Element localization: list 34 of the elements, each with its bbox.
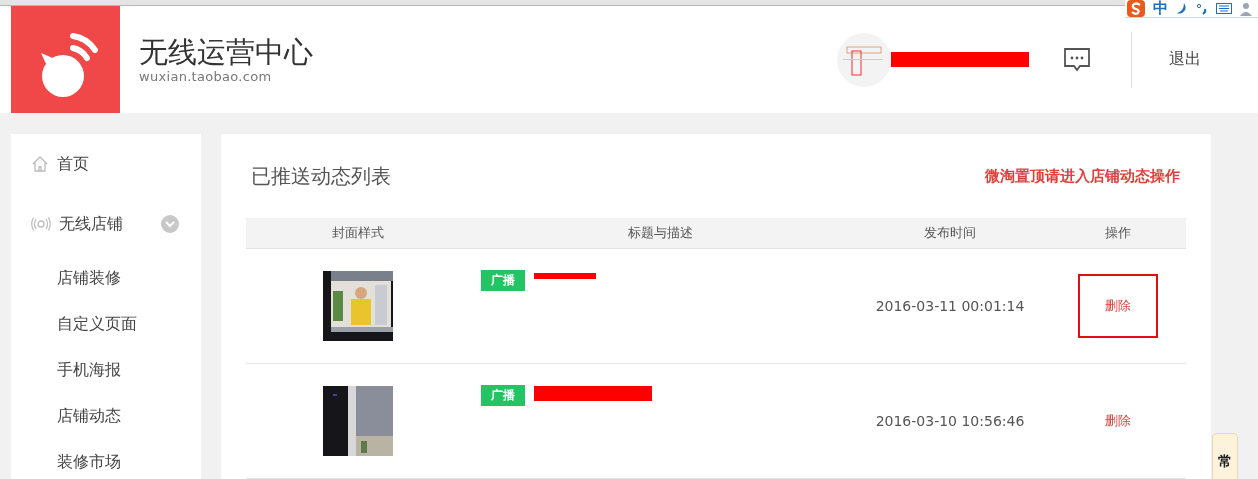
broadcast-icon [31,217,51,231]
column-header: 封面样式 [331,224,385,242]
keyboard-icon[interactable] [1216,3,1232,14]
home-icon [31,155,49,173]
column-header: 操作 [1104,224,1132,242]
sidebar-subitem[interactable]: 自定义页面 [11,310,201,356]
punctuation-icon[interactable] [1196,2,1208,15]
logout-link[interactable]: 退出 [1169,49,1201,70]
sidebar-label: 无线店铺 [59,213,123,235]
delete-link[interactable]: 删除 [1078,274,1158,338]
sidebar-subitem[interactable]: 店铺装修 [11,264,201,310]
sidebar-item[interactable]: 首页 [11,150,201,178]
page-title: 已推送动态列表 [251,162,391,190]
message-icon[interactable] [1063,46,1091,73]
notice-link[interactable]: 微淘置顶请进入店铺动态操作 [985,166,1180,186]
sidebar-subitem[interactable]: 店铺动态 [11,402,201,448]
table-cell-text: 2016-03-11 00:01:14 [874,298,1026,314]
delete-link[interactable]: 删除 [1105,412,1131,430]
tag: 广播 [481,270,525,291]
sidebar-item[interactable]: 无线店铺 [11,210,201,238]
sidebar-label: 首页 [57,153,89,175]
moon-icon[interactable] [1176,2,1188,15]
column-header: 标题与描述 [626,224,694,242]
floating-tab-label: 常 [1218,453,1232,471]
sidebar-subitem[interactable]: 装修市场 [11,448,201,479]
brand-domain: wuxian.taobao.com [139,69,273,84]
ime-mode[interactable]: 中 [1153,0,1168,17]
brand-title: 无线运营中心 [139,35,313,69]
column-header: 发布时间 [923,224,977,242]
tag: 广播 [481,385,525,406]
table-cell-text: 2016-03-10 10:56:46 [874,413,1026,429]
sidebar-subitem[interactable]: 手机海报 [11,356,201,402]
redaction-bar [534,273,596,279]
floating-tab[interactable]: 常 [1212,433,1238,479]
